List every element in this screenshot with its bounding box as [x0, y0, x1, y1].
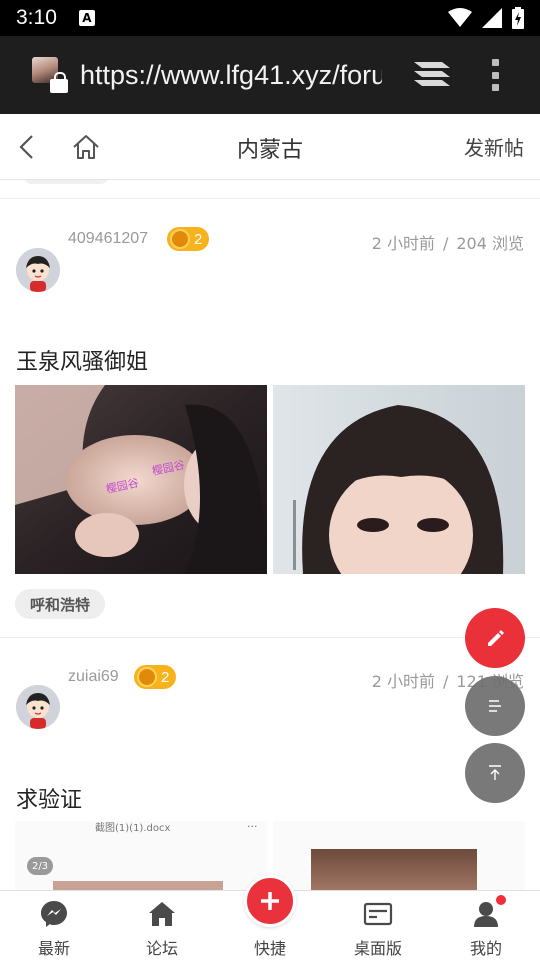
- post-image[interactable]: [273, 385, 525, 574]
- tabs-icon[interactable]: [412, 60, 452, 90]
- browser-toolbar: https://www.lfg41.xyz/forum: [0, 36, 540, 114]
- screenshot-photo: [311, 849, 477, 890]
- cartoon-avatar-icon: [16, 248, 60, 292]
- list-align-icon: [489, 700, 501, 712]
- tab-desktop[interactable]: 桌面版: [324, 891, 432, 960]
- post-feed: 409461207 2 2 小时前 / 204 浏览 玉泉风骚御姐 樱园谷 樱园谷 …: [0, 180, 540, 890]
- post-item[interactable]: 409461207 2 2 小时前 / 204 浏览 玉泉风骚御姐 樱园谷 樱园谷 …: [0, 200, 540, 637]
- battery-icon: [512, 7, 524, 29]
- photo-thumbnail: [273, 385, 525, 574]
- post-meta: 2 小时前 / 204 浏览: [372, 230, 524, 254]
- messenger-icon: [41, 901, 67, 927]
- screenshot-ellipsis: ...: [247, 821, 258, 830]
- avatar[interactable]: [16, 248, 60, 292]
- tab-mine[interactable]: 我的: [432, 891, 540, 960]
- desktop-card-icon: [363, 902, 393, 926]
- post-title[interactable]: 玉泉风骚御姐: [16, 344, 148, 376]
- medal-icon: [170, 229, 190, 249]
- wifi-icon: [448, 8, 472, 27]
- back-to-top-fab[interactable]: [465, 743, 525, 803]
- tab-label: 桌面版: [353, 939, 402, 958]
- menu-dot: [492, 59, 499, 66]
- plus-icon: [261, 892, 279, 910]
- pencil-icon: [488, 630, 504, 646]
- post-image[interactable]: 樱园谷 樱园谷: [15, 385, 267, 574]
- notification-dot: [496, 895, 506, 905]
- url-bar[interactable]: https://www.lfg41.xyz/forum: [80, 60, 382, 91]
- tab-latest[interactable]: 最新: [0, 891, 108, 960]
- photo-thumbnail: 樱园谷 樱园谷: [15, 385, 267, 574]
- tab-label: 最新: [37, 939, 70, 958]
- lock-icon: [50, 72, 68, 93]
- medal-icon: [137, 667, 157, 687]
- avatar[interactable]: [16, 685, 60, 729]
- cartoon-avatar-icon: [16, 685, 60, 729]
- tab-label: 论坛: [145, 939, 178, 958]
- post-time: 2 小时前: [371, 672, 435, 691]
- level-badge: 2: [167, 227, 209, 251]
- arrow-up-icon: [489, 765, 501, 780]
- menu-dot: [492, 84, 499, 91]
- tab-forum[interactable]: 论坛: [108, 891, 216, 960]
- level-number: 2: [161, 668, 170, 686]
- status-time: 3:10: [16, 6, 57, 29]
- image-counter: 2/3: [27, 857, 53, 875]
- post-title[interactable]: 求验证: [16, 782, 82, 814]
- post-author[interactable]: zuiai69: [68, 668, 119, 686]
- compose-fab[interactable]: [465, 608, 525, 668]
- cell-signal-icon: [482, 8, 502, 28]
- bottom-navigation: 最新 论坛 快捷 桌面版 我的: [0, 875, 540, 960]
- tab-label: 我的: [469, 939, 502, 958]
- status-bar: 3:10 A: [0, 0, 540, 36]
- home-icon: [149, 902, 175, 926]
- tab-label: 快捷: [253, 939, 286, 958]
- level-badge: 2: [134, 665, 176, 689]
- tab-quick[interactable]: 快捷: [216, 875, 324, 960]
- overflow-menu-icon[interactable]: [492, 59, 500, 91]
- location-tag[interactable]: 呼和浩特: [15, 589, 106, 619]
- post-views: 204 浏览: [456, 234, 524, 253]
- notification-a-icon: A: [78, 10, 95, 26]
- outline-fab[interactable]: [465, 676, 525, 736]
- page-header: 内蒙古 发新帖: [0, 114, 540, 180]
- post-separator: [0, 181, 540, 201]
- screenshot-photo: [53, 881, 223, 890]
- post-author[interactable]: 409461207: [68, 230, 148, 248]
- level-number: 2: [194, 230, 203, 248]
- meta-separator: /: [442, 672, 449, 691]
- post-time: 2 小时前: [371, 234, 435, 253]
- meta-separator: /: [442, 234, 449, 253]
- quick-add-button[interactable]: [244, 875, 296, 927]
- post-item[interactable]: zuiai69 2 2 小时前/121 浏览 求验证 截图(1)(1).docx…: [0, 638, 540, 890]
- menu-dot: [492, 71, 499, 79]
- post-image[interactable]: [273, 821, 525, 890]
- status-icons: [448, 7, 524, 29]
- post-image[interactable]: 截图(1)(1).docx ... 2/3: [15, 821, 267, 890]
- site-security-icon[interactable]: [32, 57, 68, 93]
- post-images: 樱园谷 樱园谷: [15, 385, 525, 574]
- page-title: 内蒙古: [236, 138, 303, 163]
- new-post-button[interactable]: 发新帖: [464, 132, 524, 161]
- screenshot-filename: 截图(1)(1).docx: [95, 823, 171, 834]
